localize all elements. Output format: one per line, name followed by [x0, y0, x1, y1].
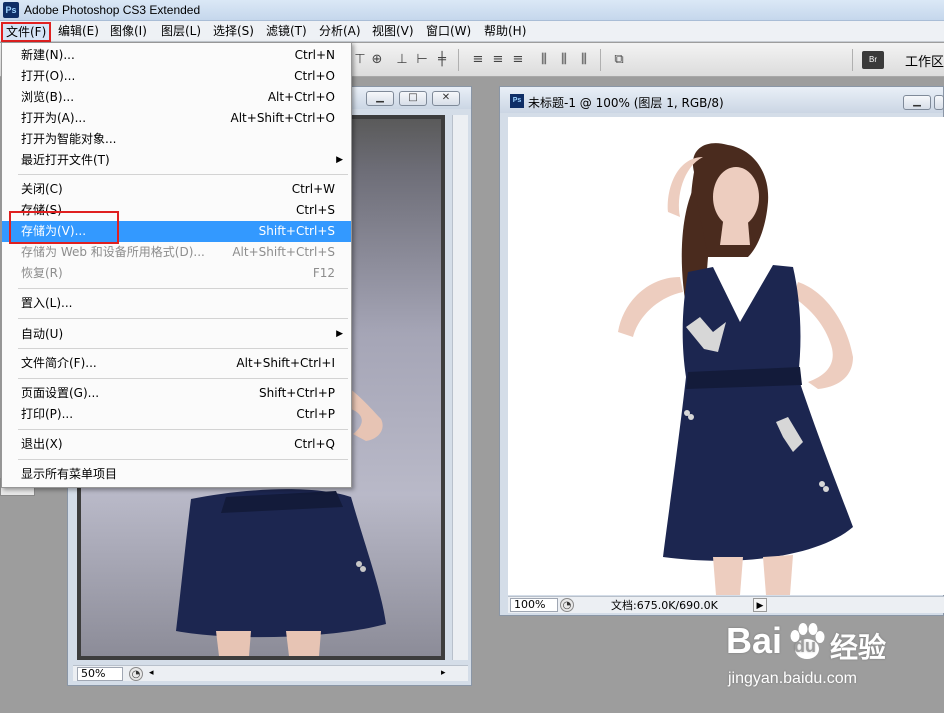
document-ps-icon: Ps — [510, 94, 524, 108]
menu-item-revert: 恢复(R) F12 — [21, 266, 335, 280]
menu-item-save-for-web: 存储为 Web 和设备所用格式(D)... Alt+Shift+Ctrl+S — [21, 245, 335, 259]
watermark-url: jingyan.baidu.com — [728, 670, 857, 687]
menu-item-open-smart-object[interactable]: 打开为智能对象... — [2, 129, 351, 150]
toolbar-separator — [600, 49, 601, 71]
watermark-cn: 经验 — [830, 632, 887, 663]
menu-item-recent-files[interactable]: 最近打开文件(T) ▶ — [2, 150, 351, 171]
distribute-bottom-icon[interactable]: ≡ — [510, 52, 526, 68]
menu-item-place[interactable]: 置入(L)... — [2, 293, 351, 314]
baidu-jingyan-watermark: Bai du 经验 jingyan.baidu.com — [726, 618, 936, 698]
menu-bar: 文件(F) 编辑(E) 图像(I) 图层(L) 选择(S) 滤镜(T) 分析(A… — [0, 21, 944, 42]
document-canvas-right[interactable] — [508, 117, 944, 595]
menu-separator — [18, 348, 348, 349]
menu-item-open[interactable]: 打开(O)... Ctrl+O — [2, 66, 351, 87]
menu-select[interactable]: 选择(S) — [210, 23, 257, 40]
menu-item-browse[interactable]: 浏览(B)... Alt+Ctrl+O — [2, 87, 351, 108]
align-left-icon[interactable]: ⊢ — [414, 52, 430, 68]
watermark-brand: Bai — [726, 620, 783, 661]
menu-separator — [18, 174, 348, 175]
watermark-brand-tail: du — [794, 636, 816, 656]
status-bar: 100% ◔ 文档:675.0K/690.0K ▶ — [508, 596, 944, 613]
annotation-highlight-box — [9, 211, 119, 244]
submenu-arrow-icon: ▶ — [336, 155, 343, 165]
status-play-icon[interactable]: ▶ — [753, 598, 767, 612]
align-top-icon[interactable]: ⊤ — [352, 52, 368, 68]
app-title: Adobe Photoshop CS3 Extended — [24, 3, 201, 17]
menu-analysis[interactable]: 分析(A) — [316, 23, 364, 40]
model-photo-right — [618, 143, 853, 595]
minimize-button[interactable]: ▁ — [903, 95, 931, 110]
distribute-top-icon[interactable]: ≡ — [470, 52, 486, 68]
menu-separator — [18, 429, 348, 430]
menu-item-file-info[interactable]: 文件简介(F)... Alt+Shift+Ctrl+I — [2, 353, 351, 374]
menu-separator — [18, 288, 348, 289]
auto-align-icon[interactable]: ⧉ — [611, 52, 627, 68]
menu-item-automate[interactable]: 自动(U) ▶ — [2, 324, 351, 345]
menu-item-print[interactable]: 打印(P)... Ctrl+P — [2, 404, 351, 425]
menu-item-page-setup[interactable]: 页面设置(G)... Shift+Ctrl+P — [2, 383, 351, 404]
zoom-field[interactable]: 100% — [510, 598, 558, 612]
align-hcenter-icon[interactable]: ╪ — [434, 52, 450, 68]
menu-window[interactable]: 窗口(W) — [423, 23, 474, 40]
distribute-vcenter-icon[interactable]: ≡ — [490, 52, 506, 68]
document-title: 未标题-1 @ 100% (图层 1, RGB/8) — [528, 96, 724, 110]
menu-item-exit[interactable]: 退出(X) Ctrl+Q — [2, 434, 351, 455]
photoshop-logo-icon: Ps — [3, 2, 19, 18]
menu-item-new[interactable]: 新建(N)... Ctrl+N — [2, 45, 351, 66]
menu-separator — [18, 378, 348, 379]
submenu-arrow-icon: ▶ — [336, 329, 343, 339]
vertical-scrollbar[interactable] — [452, 115, 468, 660]
scroll-right-icon[interactable]: ▸ — [441, 666, 446, 681]
scroll-left-icon[interactable]: ◂ — [149, 666, 154, 681]
distribute-left-icon[interactable]: ⫼ — [536, 52, 552, 68]
status-bar: 50% ◔ ◂ ▸ — [73, 665, 468, 681]
menu-file[interactable]: 文件(F) — [1, 22, 52, 42]
zoom-field[interactable]: 50% — [77, 667, 123, 681]
document-window-right[interactable]: Ps 未标题-1 @ 100% (图层 1, RGB/8) ▁ 100% ◔ 文… — [499, 86, 944, 616]
menu-edit[interactable]: 编辑(E) — [55, 23, 102, 40]
title-bar: Ps Adobe Photoshop CS3 Extended — [0, 0, 944, 21]
distribute-hcenter-icon[interactable]: ⫼ — [556, 52, 572, 68]
menu-separator — [18, 318, 348, 319]
toolbar-separator — [852, 49, 853, 71]
maximize-button[interactable]: □ — [399, 91, 427, 106]
align-bottom-icon[interactable]: ⊥ — [394, 52, 410, 68]
status-menu-icon[interactable]: ◔ — [129, 667, 143, 681]
menu-layer[interactable]: 图层(L) — [158, 23, 204, 40]
document-size-readout: 文档:675.0K/690.0K — [611, 599, 718, 612]
maximize-button[interactable] — [934, 95, 944, 110]
document-title-bar[interactable]: Ps 未标题-1 @ 100% (图层 1, RGB/8) — [500, 87, 943, 113]
distribute-right-icon[interactable]: ⫼ — [576, 52, 592, 68]
status-menu-icon[interactable]: ◔ — [560, 598, 574, 612]
toolbar-separator — [458, 49, 459, 71]
menu-filter[interactable]: 滤镜(T) — [263, 23, 310, 40]
align-vcenter-icon[interactable]: ⊕ — [369, 52, 385, 68]
menu-item-close[interactable]: 关闭(C) Ctrl+W — [2, 179, 351, 200]
menu-item-show-all[interactable]: 显示所有菜单项目 — [2, 464, 351, 485]
minimize-button[interactable]: ▁ — [366, 91, 394, 106]
close-button[interactable]: ✕ — [432, 91, 460, 106]
menu-item-open-as[interactable]: 打开为(A)... Alt+Shift+Ctrl+O — [2, 108, 351, 129]
menu-view[interactable]: 视图(V) — [369, 23, 417, 40]
bridge-button[interactable]: Br — [862, 51, 884, 69]
menu-help[interactable]: 帮助(H) — [481, 23, 529, 40]
file-menu-dropdown: 新建(N)... Ctrl+N 打开(O)... Ctrl+O 浏览(B)... Al… — [1, 42, 352, 488]
menu-image[interactable]: 图像(I) — [107, 23, 150, 40]
workspace-button[interactable]: 工作区 — [905, 51, 944, 70]
menu-separator — [18, 459, 348, 460]
